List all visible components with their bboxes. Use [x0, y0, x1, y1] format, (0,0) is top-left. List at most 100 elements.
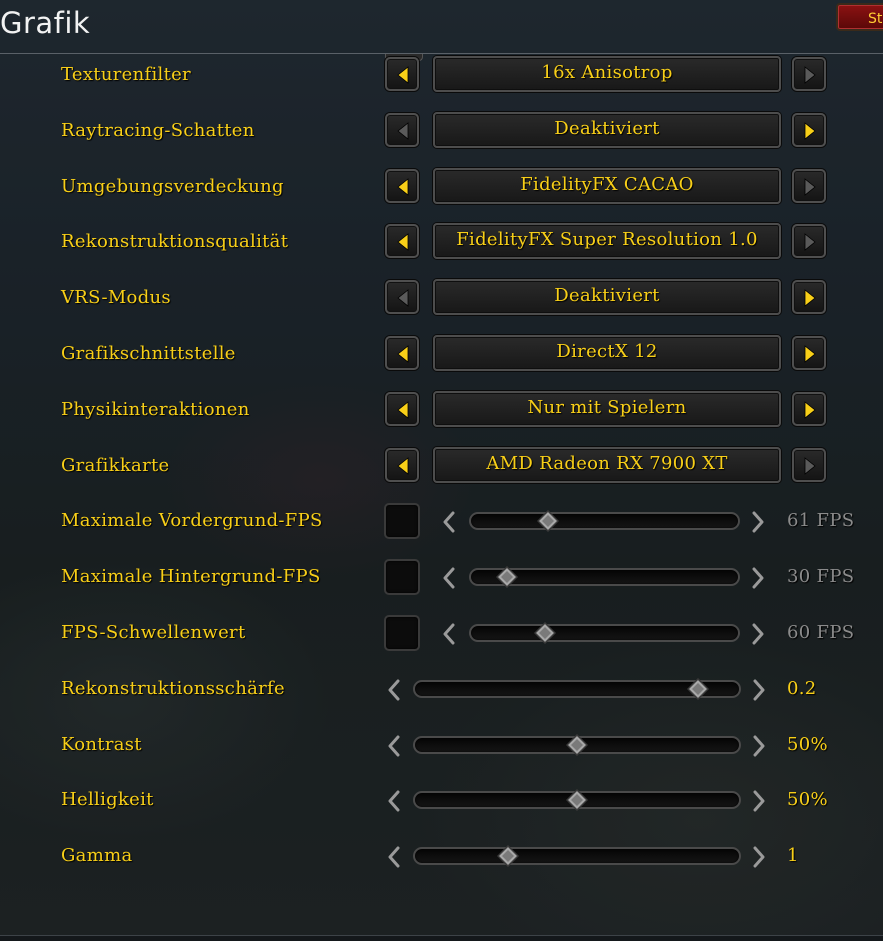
next-option-button[interactable]: [792, 224, 826, 259]
setting-label: Maximale Vordergrund-FPS: [61, 510, 323, 532]
arrow-left-icon: [397, 66, 409, 84]
slider-track[interactable]: [469, 512, 740, 531]
dropdown-value[interactable]: Deaktiviert: [433, 111, 781, 148]
next-option-button[interactable]: [792, 336, 826, 370]
dropdown-value[interactable]: AMD Radeon RX 7900 XT: [433, 446, 781, 483]
previous-option-button[interactable]: [385, 280, 419, 315]
enable-checkbox[interactable]: [384, 615, 420, 651]
dropdown-value[interactable]: FidelityFX Super Resolution 1.0: [433, 223, 781, 260]
arrow-right-icon: [804, 456, 816, 475]
slider-track[interactable]: [469, 624, 740, 642]
previous-option-button[interactable]: [385, 112, 419, 147]
slider-setting-row: Gamma 1: [0, 834, 883, 878]
slider-thumb[interactable]: [566, 789, 588, 812]
arrow-right-icon: [804, 233, 816, 252]
dropdown-setting-row: Grafikkarte AMD Radeon RX 7900 XT: [0, 444, 883, 488]
previous-option-button[interactable]: [385, 168, 419, 203]
setting-label: Raytracing-Schatten: [61, 119, 255, 141]
slider-value: 0.2: [787, 677, 817, 699]
arrow-right-icon: [804, 121, 816, 140]
next-option-button[interactable]: [792, 391, 826, 426]
dropdown-value[interactable]: FidelityFX CACAO: [433, 167, 781, 204]
arrow-left-icon: [397, 121, 409, 140]
dropdown-setting-row: Texturenfilter 16x Anisotrop: [0, 53, 883, 97]
dropdown-value[interactable]: Nur mit Spielern: [433, 390, 781, 427]
slider-thumb[interactable]: [495, 566, 518, 589]
arrow-left-icon: [397, 177, 409, 196]
chevron-right-icon[interactable]: [751, 790, 767, 812]
arrow-left-icon: [397, 400, 409, 419]
dropdown-setting-row: Umgebungsverdeckung FidelityFX CACAO: [0, 165, 883, 209]
setting-label: FPS-Schwellenwert: [61, 622, 246, 643]
dropdown-setting-row: VRS-Modus Deaktiviert: [0, 276, 883, 320]
dropdown-value[interactable]: 16x Anisotrop: [433, 56, 781, 92]
chevron-right-icon[interactable]: [751, 679, 767, 701]
dropdown-value[interactable]: DirectX 12: [433, 335, 781, 371]
slider-thumb[interactable]: [536, 510, 559, 533]
setting-label: Texturenfilter: [61, 64, 191, 85]
slider-setting-row: Helligkeit 50%: [0, 778, 883, 822]
arrow-right-icon: [804, 289, 816, 308]
arrow-right-icon: [804, 345, 816, 363]
slider-value: 50%: [787, 789, 828, 811]
previous-option-button[interactable]: [385, 57, 419, 91]
arrow-left-icon: [397, 289, 409, 308]
chevron-right-icon[interactable]: [750, 567, 766, 589]
chevron-right-icon[interactable]: [751, 846, 767, 868]
page-title: Grafik: [0, 6, 91, 40]
footer-divider: [0, 935, 883, 941]
next-option-button[interactable]: [792, 112, 826, 147]
slider-thumb[interactable]: [566, 733, 588, 756]
slider-setting-row: Kontrast 50%: [0, 723, 883, 767]
next-option-button[interactable]: [792, 280, 826, 315]
setting-label: Grafikschnittstelle: [61, 343, 236, 364]
slider-value: 60 FPS: [787, 622, 855, 643]
chevron-left-icon[interactable]: [441, 623, 457, 645]
previous-option-button[interactable]: [385, 447, 419, 482]
setting-label: VRS-Modus: [61, 287, 171, 309]
setting-label: Umgebungsverdeckung: [61, 175, 284, 197]
arrow-left-icon: [397, 345, 409, 363]
next-option-button[interactable]: [792, 57, 826, 91]
setting-label: Physikinteraktionen: [61, 398, 250, 420]
dropdown-setting-row: Raytracing-Schatten Deaktiviert: [0, 109, 883, 153]
chevron-left-icon[interactable]: [386, 735, 402, 757]
enable-checkbox[interactable]: [384, 559, 420, 596]
checkbox-slider-setting-row: Maximale Hintergrund-FPS 30 FPS: [0, 555, 883, 599]
chevron-left-icon[interactable]: [386, 846, 402, 868]
chevron-right-icon[interactable]: [750, 511, 766, 533]
slider-thumb[interactable]: [497, 845, 520, 868]
slider-value: 1: [787, 845, 799, 867]
next-option-button[interactable]: [792, 168, 826, 203]
arrow-left-icon: [397, 456, 409, 475]
slider-track[interactable]: [413, 847, 741, 866]
arrow-right-icon: [804, 66, 816, 84]
slider-value: 50%: [787, 733, 828, 755]
slider-setting-row: Rekonstruktionsschärfe 0.2: [0, 667, 883, 711]
slider-value: 61 FPS: [787, 510, 855, 532]
chevron-left-icon[interactable]: [386, 790, 402, 812]
previous-option-button[interactable]: [385, 391, 419, 426]
slider-thumb[interactable]: [533, 622, 556, 644]
arrow-right-icon: [804, 400, 816, 419]
setting-label: Kontrast: [61, 733, 142, 755]
chevron-left-icon[interactable]: [441, 567, 457, 589]
previous-option-button[interactable]: [385, 224, 419, 259]
enable-checkbox[interactable]: [384, 503, 420, 540]
chevron-right-icon[interactable]: [751, 735, 767, 757]
setting-label: Helligkeit: [61, 789, 154, 811]
dropdown-setting-row: Grafikschnittstelle DirectX 12: [0, 332, 883, 376]
dropdown-setting-row: Rekonstruktionsqualität FidelityFX Super …: [0, 220, 883, 264]
setting-label: Rekonstruktionsqualität: [61, 231, 289, 253]
setting-label: Gamma: [61, 845, 133, 867]
previous-option-button[interactable]: [385, 336, 419, 370]
checkbox-slider-setting-row: Maximale Vordergrund-FPS 61 FPS: [0, 499, 883, 543]
chevron-left-icon[interactable]: [441, 511, 457, 533]
dropdown-setting-row: Physikinteraktionen Nur mit Spielern: [0, 388, 883, 432]
chevron-right-icon[interactable]: [750, 623, 766, 645]
dropdown-value[interactable]: Deaktiviert: [433, 279, 781, 316]
top-right-button[interactable]: St: [836, 3, 883, 31]
chevron-left-icon[interactable]: [386, 679, 402, 701]
next-option-button[interactable]: [792, 447, 826, 482]
slider-thumb[interactable]: [687, 677, 710, 700]
